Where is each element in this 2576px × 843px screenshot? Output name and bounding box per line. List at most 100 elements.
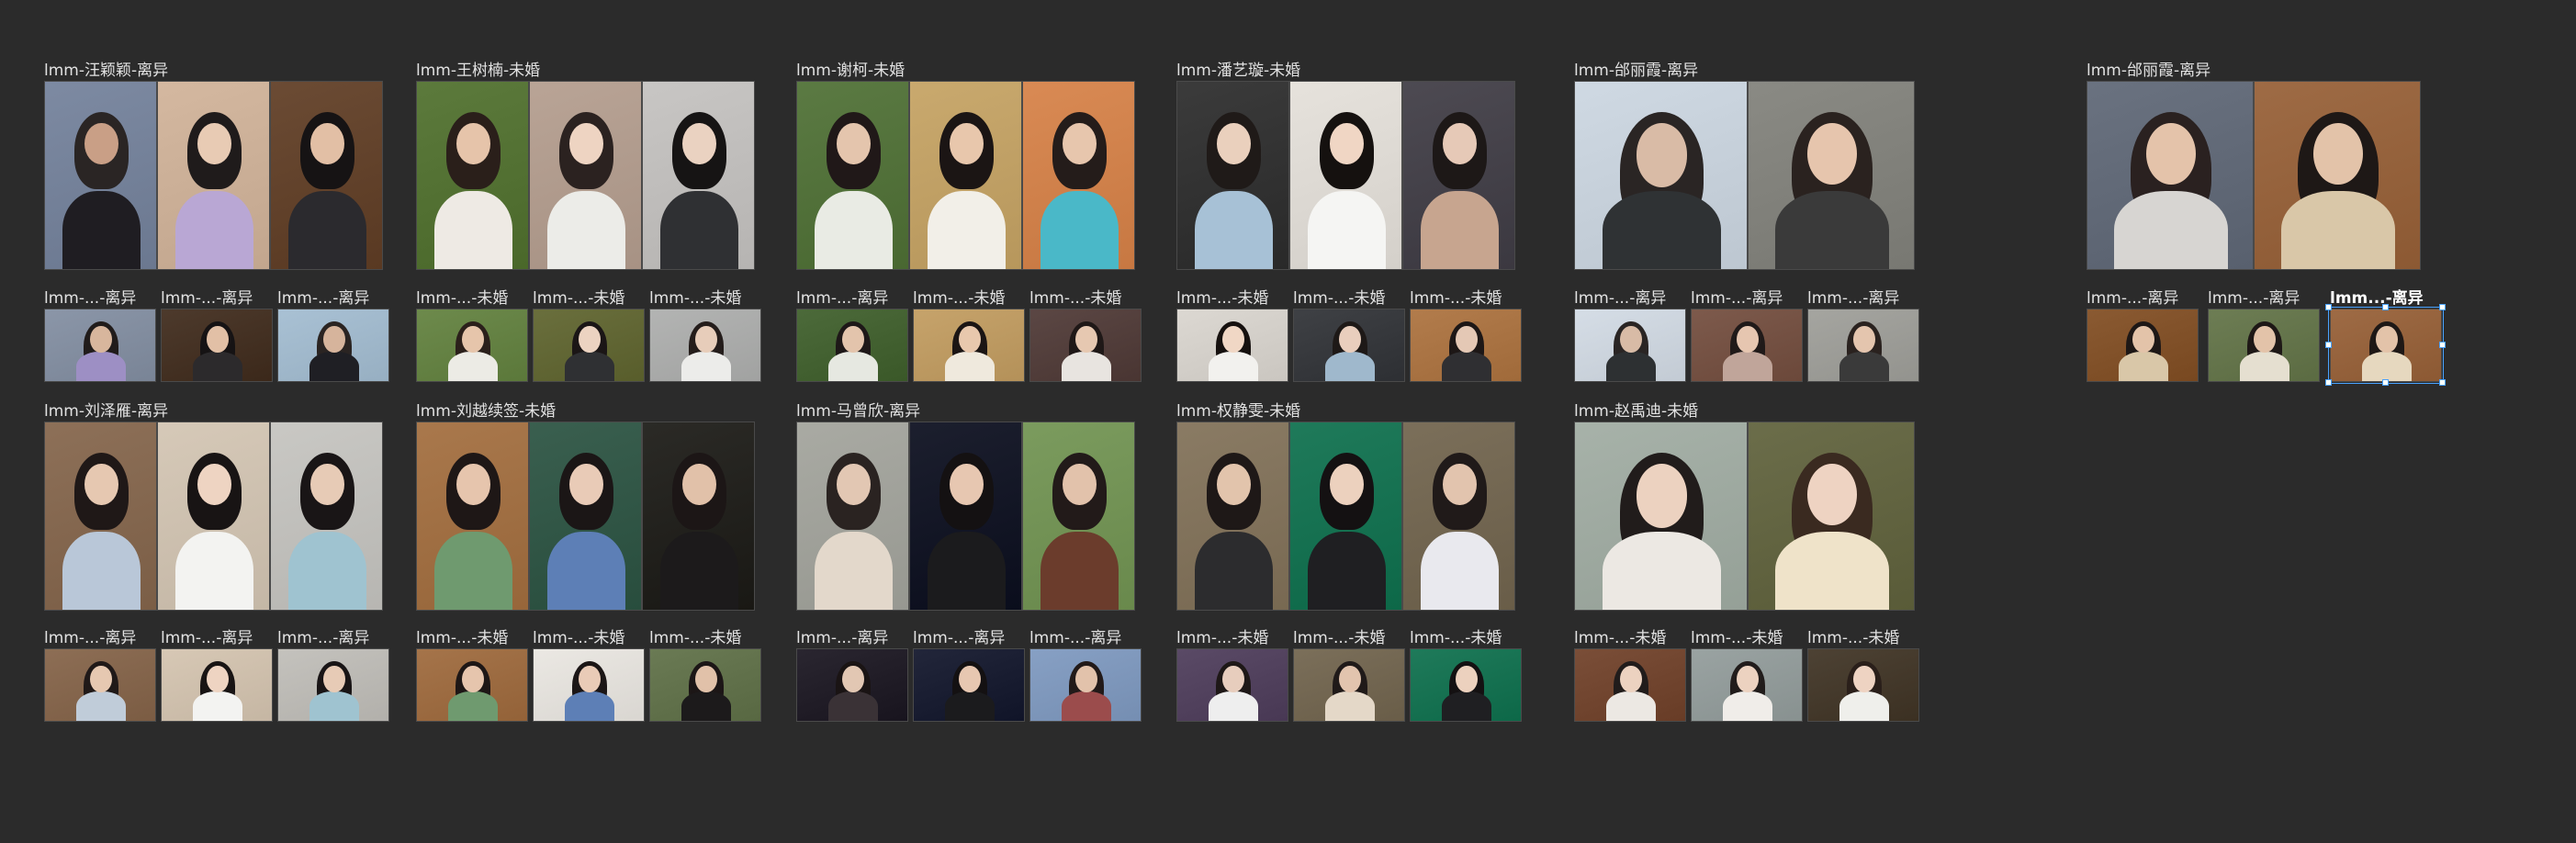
frame-title[interactable]: lmm-潘艺璇-未婚	[1176, 62, 1300, 80]
photo-frame[interactable]: lmm-潘艺璇-未婚	[1176, 62, 1515, 270]
photo-thumbnail[interactable]	[1574, 309, 1686, 382]
photo-frame[interactable]: lmm-...-离异	[2208, 289, 2320, 382]
photo-frame[interactable]: lmm-...-离异	[2087, 289, 2199, 382]
photo-thumbnail[interactable]	[1748, 422, 1915, 611]
photo-thumbnail[interactable]	[277, 309, 389, 382]
photo-thumbnail[interactable]	[1691, 309, 1803, 382]
photo-thumbnail[interactable]	[1574, 81, 1748, 270]
photo-thumbnail[interactable]	[909, 422, 1022, 611]
photo-frame[interactable]: lmm-...-未婚	[1574, 629, 1686, 722]
photo-frame[interactable]: lmm-...-未婚	[416, 289, 528, 382]
frame-title[interactable]: lmm-...-未婚	[1410, 629, 1502, 647]
frame-title[interactable]: lmm-...-离异	[44, 629, 136, 647]
frame-title[interactable]: lmm-...-离异	[796, 289, 888, 308]
photo-frame[interactable]: lmm-...-离异	[1029, 629, 1142, 722]
photo-thumbnail[interactable]	[1402, 422, 1515, 611]
frame-title[interactable]: lmm-刘越续签-未婚	[416, 402, 556, 421]
frame-title[interactable]: lmm-王树楠-未婚	[416, 62, 540, 80]
photo-thumbnail[interactable]	[1574, 422, 1748, 611]
frame-title[interactable]: lmm-邰丽霞-离异	[1574, 62, 1698, 80]
photo-thumbnail[interactable]	[529, 422, 642, 611]
frame-title[interactable]: lmm-...-未婚	[913, 289, 1005, 308]
frame-title[interactable]: lmm-...-未婚	[1293, 629, 1385, 647]
photo-thumbnail[interactable]	[529, 81, 642, 270]
photo-thumbnail[interactable]	[270, 422, 383, 611]
photo-thumbnail[interactable]	[1029, 648, 1142, 722]
photo-frame[interactable]: lmm-...-离异	[277, 289, 389, 382]
photo-thumbnail[interactable]	[642, 81, 755, 270]
photo-frame[interactable]: lmm...-离异	[2325, 289, 2446, 386]
photo-frame[interactable]: lmm-王树楠-未婚	[416, 62, 755, 270]
frame-title[interactable]: lmm-刘泽雁-离异	[44, 402, 168, 421]
photo-thumbnail[interactable]	[1748, 81, 1915, 270]
photo-frame[interactable]: lmm-...-离异	[44, 629, 156, 722]
photo-frame[interactable]: lmm-...-未婚	[1293, 289, 1405, 382]
photo-thumbnail[interactable]	[913, 309, 1025, 382]
photo-thumbnail[interactable]	[796, 422, 909, 611]
frame-title[interactable]: lmm-...-未婚	[1574, 629, 1666, 647]
photo-frame[interactable]: lmm-...-未婚	[649, 629, 761, 722]
frame-title[interactable]: lmm-...-未婚	[649, 289, 741, 308]
photo-thumbnail[interactable]	[913, 648, 1025, 722]
frame-title[interactable]: lmm-...-未婚	[416, 289, 508, 308]
photo-thumbnail[interactable]	[44, 309, 156, 382]
photo-thumbnail[interactable]	[1293, 309, 1405, 382]
photo-thumbnail[interactable]	[44, 422, 157, 611]
photo-thumbnail[interactable]	[2087, 309, 2199, 382]
frame-title[interactable]: lmm-...-未婚	[1691, 629, 1783, 647]
photo-thumbnail[interactable]	[1574, 648, 1686, 722]
photo-thumbnail[interactable]	[1176, 648, 1288, 722]
photo-thumbnail[interactable]	[642, 422, 755, 611]
frame-title[interactable]: lmm-权静雯-未婚	[1176, 402, 1300, 421]
frame-title[interactable]: lmm-...-离异	[2208, 289, 2300, 308]
photo-thumbnail[interactable]	[1807, 309, 1919, 382]
frame-title[interactable]: lmm-...-未婚	[416, 629, 508, 647]
frame-title[interactable]: lmm-谢柯-未婚	[796, 62, 905, 80]
photo-thumbnail[interactable]	[909, 81, 1022, 270]
photo-thumbnail[interactable]	[416, 422, 529, 611]
photo-thumbnail[interactable]	[1402, 81, 1515, 270]
photo-frame[interactable]: lmm-...-离异	[44, 289, 156, 382]
photo-thumbnail[interactable]	[1176, 81, 1289, 270]
photo-thumbnail[interactable]	[44, 648, 156, 722]
photo-frame[interactable]: lmm-...-离异	[796, 289, 908, 382]
photo-frame[interactable]: lmm-...-未婚	[649, 289, 761, 382]
photo-frame[interactable]: lmm-...-未婚	[1691, 629, 1803, 722]
frame-title[interactable]: lmm-...-离异	[1807, 289, 1899, 308]
photo-frame[interactable]: lmm-...-离异	[161, 289, 273, 382]
photo-frame[interactable]: lmm-刘越续签-未婚	[416, 402, 755, 611]
frame-title[interactable]: lmm-...-离异	[1029, 629, 1121, 647]
photo-thumbnail[interactable]	[1410, 648, 1522, 722]
photo-thumbnail[interactable]	[1022, 422, 1135, 611]
photo-frame[interactable]: lmm-...-未婚	[1410, 629, 1522, 722]
photo-frame[interactable]: lmm-汪颖颖-离异	[44, 62, 383, 270]
photo-frame[interactable]: lmm-邰丽霞-离异	[2087, 62, 2421, 270]
photo-thumbnail[interactable]	[277, 648, 389, 722]
frame-title[interactable]: lmm-...-离异	[161, 629, 253, 647]
photo-thumbnail[interactable]	[649, 648, 761, 722]
photo-thumbnail[interactable]	[533, 648, 645, 722]
photo-frame[interactable]: lmm-...-离异	[1807, 289, 1919, 382]
frame-title[interactable]: lmm-...-未婚	[1807, 629, 1899, 647]
photo-frame[interactable]: lmm-...-离异	[913, 629, 1025, 722]
photo-thumbnail[interactable]	[161, 648, 273, 722]
frame-title[interactable]: lmm-...-未婚	[1293, 289, 1385, 308]
photo-frame[interactable]: lmm-...-未婚	[1176, 629, 1288, 722]
frame-title[interactable]: lmm-...-离异	[1691, 289, 1783, 308]
frame-title[interactable]: lmm-...-离异	[913, 629, 1005, 647]
photo-frame[interactable]: lmm-...-未婚	[1410, 289, 1522, 382]
photo-thumbnail[interactable]	[2208, 309, 2320, 382]
photo-frame[interactable]: lmm-...-离异	[1691, 289, 1803, 382]
photo-frame[interactable]: lmm-...-离异	[1574, 289, 1686, 382]
photo-frame[interactable]: lmm-...-未婚	[416, 629, 528, 722]
frame-title[interactable]: lmm-...-未婚	[1029, 289, 1121, 308]
frame-title[interactable]: lmm-...-未婚	[1410, 289, 1502, 308]
frame-title[interactable]: lmm-赵禹迪-未婚	[1574, 402, 1698, 421]
frame-title[interactable]: lmm-...-离异	[796, 629, 888, 647]
frame-title[interactable]: lmm-...-未婚	[533, 629, 624, 647]
frame-title[interactable]: lmm-...-离异	[1574, 289, 1666, 308]
photo-thumbnail[interactable]	[1176, 309, 1288, 382]
photo-frame[interactable]: lmm-...-离异	[796, 629, 908, 722]
photo-frame[interactable]: lmm-马曾欣-离异	[796, 402, 1135, 611]
frame-title[interactable]: lmm-...-未婚	[649, 629, 741, 647]
